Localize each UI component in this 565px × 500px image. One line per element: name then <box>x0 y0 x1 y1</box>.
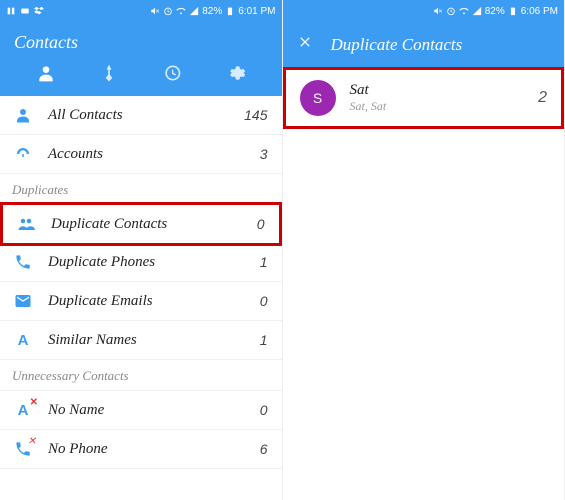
card-icon <box>20 6 30 16</box>
mute-icon <box>433 6 443 16</box>
item-duplicate-emails[interactable]: Duplicate Emails 0 <box>0 282 282 321</box>
wifi-icon <box>459 6 469 16</box>
item-accounts[interactable]: Accounts 3 <box>0 135 282 174</box>
contact-name: Sat <box>350 82 387 99</box>
item-count: 0 <box>260 293 268 309</box>
people-icon <box>17 215 35 233</box>
tab-bar <box>14 63 268 96</box>
item-count: 0 <box>260 402 268 418</box>
person-icon <box>36 63 56 83</box>
phone-x-icon: ✕ <box>14 440 32 458</box>
left-screen: 82% 6:01 PM Contacts All Contacts 145 Ac… <box>0 0 283 500</box>
person-icon <box>14 106 32 124</box>
wifi-icon <box>176 6 186 16</box>
item-label: Accounts <box>48 146 260 163</box>
history-icon <box>162 63 182 83</box>
section-header-duplicates: Duplicates <box>0 174 282 205</box>
right-screen: 82% 6:06 PM Duplicate Contacts S Sat Sat… <box>283 0 565 500</box>
battery-text: 82% <box>485 6 505 17</box>
item-count: 6 <box>260 441 268 457</box>
duplicate-item[interactable]: S Sat Sat, Sat 2 <box>283 67 565 129</box>
dropbox-icon <box>34 6 44 16</box>
dashboard-icon <box>14 145 32 163</box>
status-bar: 82% 6:06 PM <box>283 0 565 22</box>
item-label: No Phone <box>48 441 260 458</box>
item-count: 3 <box>260 146 268 162</box>
contact-sub: Sat, Sat <box>350 99 387 114</box>
letter-a-icon: A <box>14 331 32 349</box>
battery-text: 82% <box>202 6 222 17</box>
item-all-contacts[interactable]: All Contacts 145 <box>0 96 282 135</box>
item-no-phone[interactable]: ✕ No Phone 6 <box>0 430 282 469</box>
phone-icon <box>14 253 32 271</box>
app-icon <box>6 6 16 16</box>
item-label: Duplicate Emails <box>48 293 260 310</box>
mute-icon <box>150 6 160 16</box>
mail-icon <box>14 292 32 310</box>
item-count: 145 <box>244 107 267 123</box>
tab-settings[interactable] <box>226 63 246 88</box>
item-count: 1 <box>260 254 268 270</box>
close-button[interactable] <box>297 34 313 55</box>
signal-icon <box>472 6 482 16</box>
tag-icon <box>99 63 119 83</box>
alarm-icon <box>446 6 456 16</box>
item-count: 1 <box>260 332 268 348</box>
avatar: S <box>300 80 336 116</box>
alarm-icon <box>163 6 173 16</box>
close-icon <box>297 34 313 50</box>
letter-a-x-icon: A✕ <box>14 401 32 419</box>
item-duplicate-contacts[interactable]: Duplicate Contacts 0 <box>0 202 282 246</box>
status-bar: 82% 6:01 PM <box>0 0 282 22</box>
clock-text: 6:01 PM <box>238 6 275 17</box>
item-duplicate-phones[interactable]: Duplicate Phones 1 <box>0 243 282 282</box>
app-header: Contacts <box>0 22 282 96</box>
battery-icon <box>225 6 235 16</box>
item-no-name[interactable]: A✕ No Name 0 <box>0 391 282 430</box>
tab-contacts[interactable] <box>36 63 56 88</box>
clock-text: 6:06 PM <box>521 6 558 17</box>
battery-icon <box>508 6 518 16</box>
tab-history[interactable] <box>162 63 182 88</box>
item-label: Duplicate Contacts <box>51 216 257 233</box>
page-title: Duplicate Contacts <box>331 35 463 55</box>
item-label: Duplicate Phones <box>48 254 260 271</box>
section-header-unnecessary: Unnecessary Contacts <box>0 360 282 391</box>
duplicate-text: Sat Sat, Sat <box>350 82 387 114</box>
item-label: Similar Names <box>48 332 260 349</box>
page-title: Contacts <box>14 32 268 53</box>
tab-tag[interactable] <box>99 63 119 88</box>
item-label: All Contacts <box>48 107 244 124</box>
signal-icon <box>189 6 199 16</box>
item-count: 0 <box>257 216 265 232</box>
item-label: No Name <box>48 402 260 419</box>
duplicate-header: Duplicate Contacts <box>283 22 565 67</box>
item-similar-names[interactable]: A Similar Names 1 <box>0 321 282 360</box>
gear-icon <box>226 63 246 83</box>
duplicate-count: 2 <box>538 89 547 107</box>
